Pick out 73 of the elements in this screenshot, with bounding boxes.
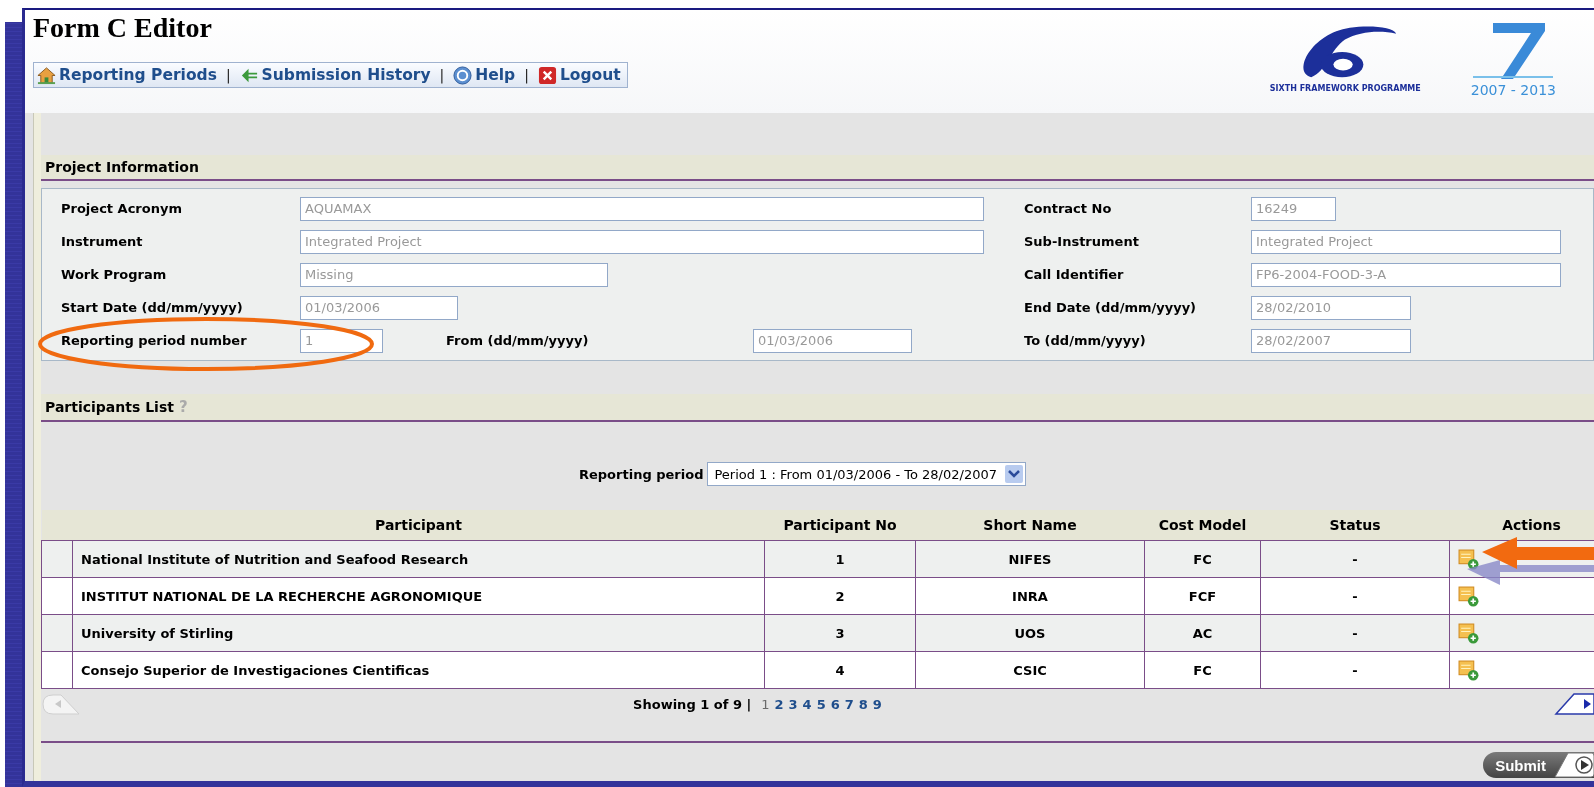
page-link[interactable]: 7 bbox=[844, 696, 854, 712]
column-header: Cost Model bbox=[1144, 510, 1261, 541]
field-label: Reporting period number bbox=[61, 333, 248, 348]
logo-caption: 2007 - 2013 bbox=[1470, 82, 1556, 98]
page-link[interactable]: 4 bbox=[802, 696, 812, 712]
field-label: End Date (dd/mm/yyyy) bbox=[1024, 300, 1198, 315]
table-cell: UOS bbox=[915, 614, 1145, 652]
seven-logo-icon bbox=[1473, 20, 1554, 82]
column-header: Short Name bbox=[915, 510, 1145, 541]
nav-separator: | bbox=[524, 67, 529, 83]
table-cell: FC bbox=[1144, 651, 1261, 689]
field-label: From (dd/mm/yyyy) bbox=[446, 333, 590, 348]
page-link[interactable]: 3 bbox=[788, 696, 798, 712]
nav-separator: | bbox=[225, 67, 231, 83]
play-icon bbox=[1554, 752, 1594, 778]
nav-link[interactable]: Reporting Periods bbox=[37, 65, 217, 85]
table-cell: NIFES bbox=[915, 540, 1145, 578]
page-link[interactable]: 9 bbox=[872, 696, 882, 712]
submit-button[interactable]: Submit bbox=[1483, 752, 1594, 778]
table-cell: 1 bbox=[764, 540, 916, 578]
add-note-icon[interactable] bbox=[1458, 659, 1479, 681]
period-dropdown[interactable]: Period 1 : From 01/03/2006 - To 28/02/2007 bbox=[707, 462, 1026, 486]
page-link[interactable]: 2 bbox=[774, 696, 784, 712]
table-cell: Consejo Superior de Investigaciones Cientificas bbox=[72, 651, 765, 689]
table-cell: FCF bbox=[1144, 577, 1261, 615]
add-note-icon[interactable] bbox=[1458, 585, 1479, 607]
table-cell: 3 bbox=[764, 614, 916, 652]
table-cell: CSIC bbox=[915, 651, 1145, 689]
nav-link[interactable]: Help bbox=[453, 65, 516, 85]
field-label: Start Date (dd/mm/yyyy) bbox=[61, 300, 244, 315]
add-note-icon[interactable] bbox=[1458, 622, 1479, 644]
column-header: Participant bbox=[72, 510, 765, 541]
table-cell: - bbox=[1260, 651, 1450, 689]
help-icon bbox=[453, 65, 473, 85]
page-link[interactable]: 1 bbox=[761, 696, 770, 712]
logo-caption: SIXTH FRAMEWORK PROGRAMME bbox=[1269, 84, 1421, 93]
column-header: Participant No bbox=[764, 510, 916, 541]
column-header: Actions bbox=[1449, 510, 1594, 541]
nav-link[interactable]: Logout bbox=[537, 65, 621, 85]
page-summary: Showing 1 of 9 | bbox=[633, 696, 752, 712]
section-title: Participants List bbox=[45, 399, 174, 415]
table-cell: University of Stirling bbox=[72, 614, 765, 652]
table-cell: - bbox=[1260, 577, 1450, 615]
field-label: Sub-Instrument bbox=[1024, 234, 1140, 249]
table-cell: AC bbox=[1144, 614, 1261, 652]
field-label: Work Program bbox=[61, 267, 168, 282]
close-icon bbox=[537, 65, 557, 85]
field-label: To (dd/mm/yyyy) bbox=[1024, 333, 1147, 348]
field-label: Reporting period bbox=[579, 466, 704, 482]
table-cell: National Institute of Nutrition and Seafood Research bbox=[72, 540, 765, 578]
home-icon bbox=[37, 65, 56, 85]
table-cell: 2 bbox=[764, 577, 916, 615]
section-title: Project Information bbox=[45, 159, 199, 175]
table-cell: INSTITUT NATIONAL DE LA RECHERCHE AGRONOMIQUE bbox=[72, 577, 765, 615]
add-note-icon[interactable] bbox=[1458, 548, 1479, 570]
window-title: Form C Editor bbox=[33, 12, 213, 44]
page-link[interactable]: 5 bbox=[816, 696, 826, 712]
column-header: Status bbox=[1260, 510, 1450, 541]
table-cell: - bbox=[1260, 540, 1450, 578]
page-link[interactable]: 8 bbox=[858, 696, 868, 712]
table-cell: FC bbox=[1144, 540, 1261, 578]
table-cell: - bbox=[1260, 614, 1450, 652]
caret-icon bbox=[1005, 465, 1023, 483]
field-label: Contract No bbox=[1024, 201, 1113, 216]
nav-separator: | bbox=[439, 67, 445, 83]
field-label: Call Identifier bbox=[1024, 267, 1125, 282]
nav-link[interactable]: Submission History bbox=[239, 65, 431, 85]
field-label: Instrument bbox=[61, 234, 144, 249]
next-arrow-icon[interactable] bbox=[1554, 693, 1594, 715]
table-cell: INRA bbox=[915, 577, 1145, 615]
page-link[interactable]: 6 bbox=[830, 696, 840, 712]
field-label: Project Acronym bbox=[61, 201, 183, 216]
table-cell: 4 bbox=[764, 651, 916, 689]
